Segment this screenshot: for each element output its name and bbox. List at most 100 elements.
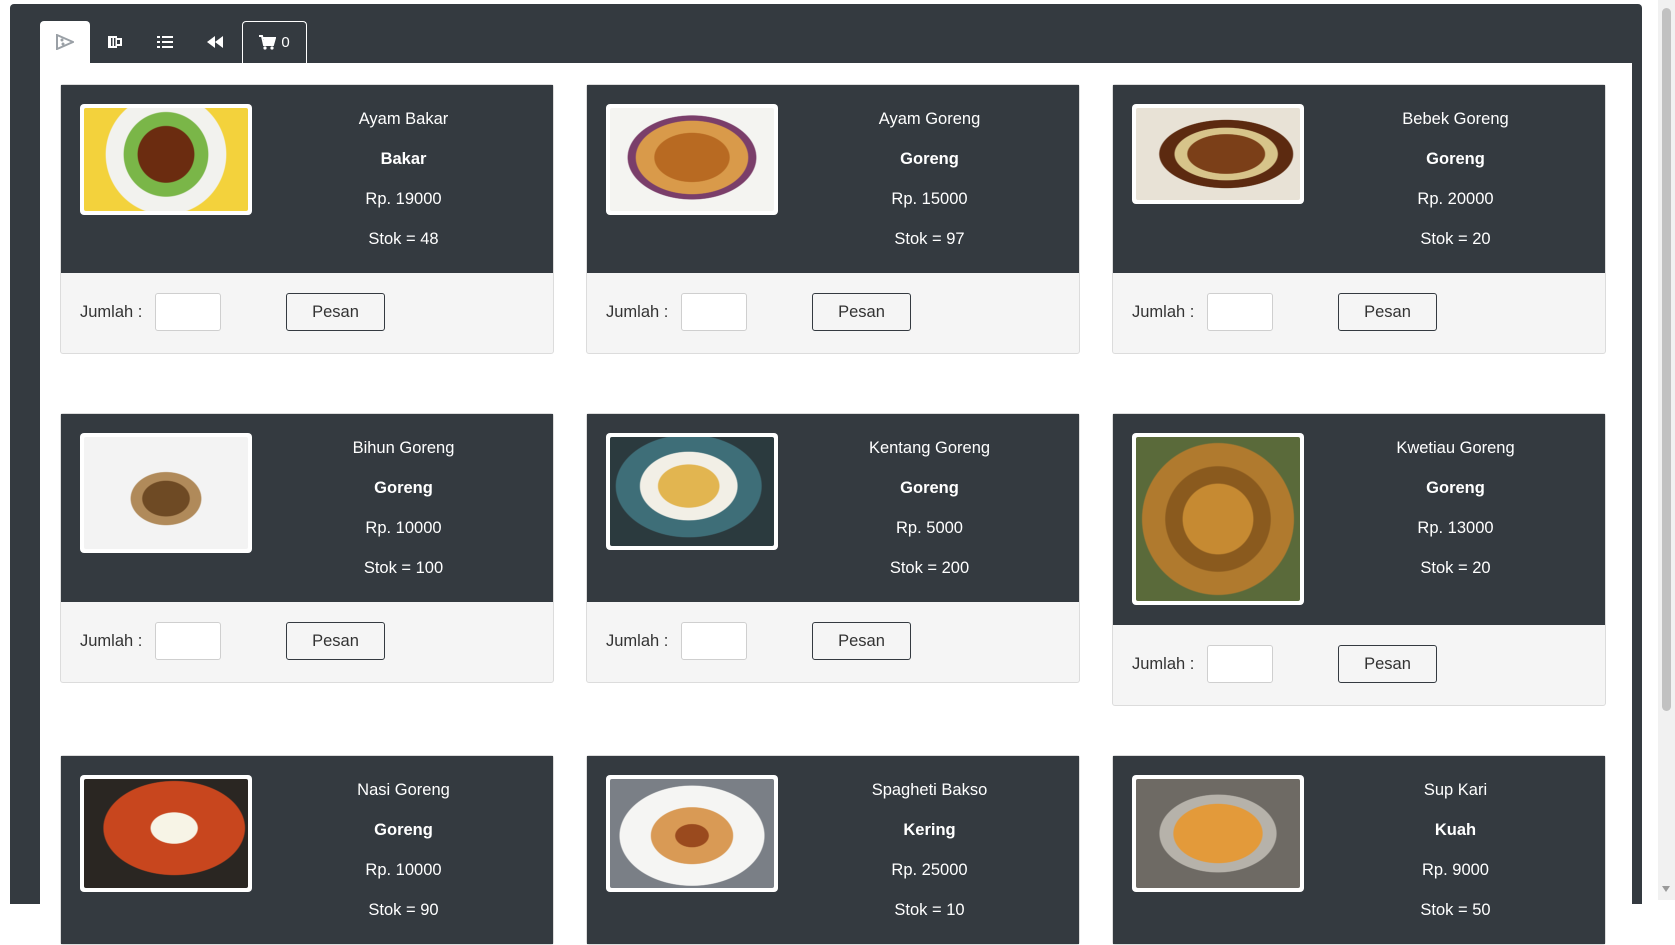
page-scrollbar[interactable] [1658,0,1675,900]
food-info: Bihun Goreng Goreng Rp. 10000 Stok = 100 [286,436,521,596]
qty-input[interactable] [681,622,747,660]
food-price: Rp. 15000 [891,190,968,208]
order-button[interactable]: Pesan [286,293,385,331]
food-category: Goreng [374,479,433,497]
card-header: Ayam Goreng Goreng Rp. 15000 Stok = 97 [587,85,1079,273]
qty-input[interactable] [155,293,221,331]
fried-flat-noodles-photo [1136,437,1300,601]
food-image [1132,433,1304,605]
menu-card: Spagheti Bakso Kering Rp. 25000 Stok = 1… [586,755,1080,945]
card-header: Kentang Goreng Goreng Rp. 5000 Stok = 20… [587,414,1079,602]
cart-count: 0 [281,34,290,51]
food-stock: Stok = 200 [889,559,970,577]
food-name: Bebek Goreng [1402,110,1509,128]
qty-input[interactable] [155,622,221,660]
qty-input[interactable] [1207,293,1273,331]
qty-input[interactable] [1207,645,1273,683]
food-image [1132,104,1304,204]
card-header: Kwetiau Goreng Goreng Rp. 13000 Stok = 2… [1113,414,1605,625]
mug-icon [107,34,123,50]
fried-chicken-photo [610,108,774,211]
fried-duck-photo [1136,108,1300,200]
food-name: Kwetiau Goreng [1396,439,1515,457]
order-row: Jumlah : Pesan [587,273,1079,353]
food-stock: Stok = 50 [1420,901,1491,919]
food-name: Ayam Bakar [358,110,449,128]
french-fries-photo [610,437,774,546]
order-button[interactable]: Pesan [286,622,385,660]
nav-tabs: 0 [40,21,307,63]
food-info: Nasi Goreng Goreng Rp. 10000 Stok = 90 [286,778,521,938]
food-image [80,775,252,892]
menu-grid: Ayam Bakar Bakar Rp. 19000 Stok = 48 Jum… [40,63,1632,945]
food-image [1132,775,1304,892]
food-price: Rp. 10000 [365,861,442,879]
order-row: Jumlah : Pesan [1113,625,1605,705]
fried-vermicelli-photo [84,437,248,549]
food-price: Rp. 13000 [1417,519,1494,537]
food-stock: Stok = 48 [368,230,439,248]
list-icon [157,35,173,49]
grilled-chicken-photo [84,108,248,211]
card-header: Sup Kari Kuah Rp. 9000 Stok = 50 [1113,756,1605,944]
food-name: Nasi Goreng [357,781,450,799]
food-name: Spagheti Bakso [871,781,988,799]
fried-rice-photo [84,779,248,888]
qty-label: Jumlah : [80,632,143,650]
qty-label: Jumlah : [606,632,669,650]
food-name: Ayam Goreng [878,110,981,128]
food-category: Goreng [374,821,433,839]
qty-label: Jumlah : [80,303,143,321]
food-category: Goreng [900,150,959,168]
order-row: Jumlah : Pesan [61,602,553,682]
cart-button[interactable]: 0 [242,21,307,63]
menu-card: Sup Kari Kuah Rp. 9000 Stok = 50 [1112,755,1606,945]
backward-icon [206,35,224,49]
food-image [606,104,778,215]
food-stock: Stok = 100 [363,559,444,577]
food-info: Ayam Bakar Bakar Rp. 19000 Stok = 48 [286,107,521,267]
tab-back[interactable] [190,21,240,63]
curry-soup-photo [1136,779,1300,888]
food-stock: Stok = 20 [1420,559,1491,577]
food-price: Rp. 5000 [896,519,963,537]
qty-input[interactable] [681,293,747,331]
food-category: Goreng [1426,150,1485,168]
card-header: Ayam Bakar Bakar Rp. 19000 Stok = 48 [61,85,553,273]
food-name: Kentang Goreng [868,439,991,457]
food-stock: Stok = 97 [894,230,965,248]
food-name: Sup Kari [1423,781,1488,799]
menu-card: Kentang Goreng Goreng Rp. 5000 Stok = 20… [586,413,1080,683]
app-frame: 0 Ayam Bakar Bakar Rp. 19000 Stok = 48 J… [10,4,1642,945]
food-image [606,775,778,892]
tab-list[interactable] [140,21,190,63]
scrollbar-thumb[interactable] [1662,8,1671,711]
food-info: Bebek Goreng Goreng Rp. 20000 Stok = 20 [1338,107,1573,267]
order-row: Jumlah : Pesan [1113,273,1605,353]
menu-card: Ayam Goreng Goreng Rp. 15000 Stok = 97 J… [586,84,1080,354]
order-button[interactable]: Pesan [812,622,911,660]
tab-food[interactable] [40,21,90,63]
order-row: Jumlah : Pesan [61,273,553,353]
food-info: Ayam Goreng Goreng Rp. 15000 Stok = 97 [812,107,1047,267]
food-info: Kentang Goreng Goreng Rp. 5000 Stok = 20… [812,436,1047,596]
food-price: Rp. 20000 [1417,190,1494,208]
food-category: Kering [903,821,956,839]
scroll-down-arrow-icon[interactable] [1662,886,1670,892]
order-button[interactable]: Pesan [1338,293,1437,331]
food-stock: Stok = 20 [1420,230,1491,248]
food-category: Goreng [1426,479,1485,497]
order-button[interactable]: Pesan [1338,645,1437,683]
tab-drinks[interactable] [90,21,140,63]
menu-card: Bebek Goreng Goreng Rp. 20000 Stok = 20 … [1112,84,1606,354]
food-stock: Stok = 10 [894,901,965,919]
order-row: Jumlah : Pesan [587,602,1079,682]
order-button[interactable]: Pesan [812,293,911,331]
cart-icon [259,35,277,50]
card-header: Spagheti Bakso Kering Rp. 25000 Stok = 1… [587,756,1079,944]
food-price: Rp. 10000 [365,519,442,537]
card-header: Nasi Goreng Goreng Rp. 10000 Stok = 90 [61,756,553,944]
food-category: Kuah [1434,821,1477,839]
food-image [80,433,252,553]
food-info: Kwetiau Goreng Goreng Rp. 13000 Stok = 2… [1338,436,1573,596]
